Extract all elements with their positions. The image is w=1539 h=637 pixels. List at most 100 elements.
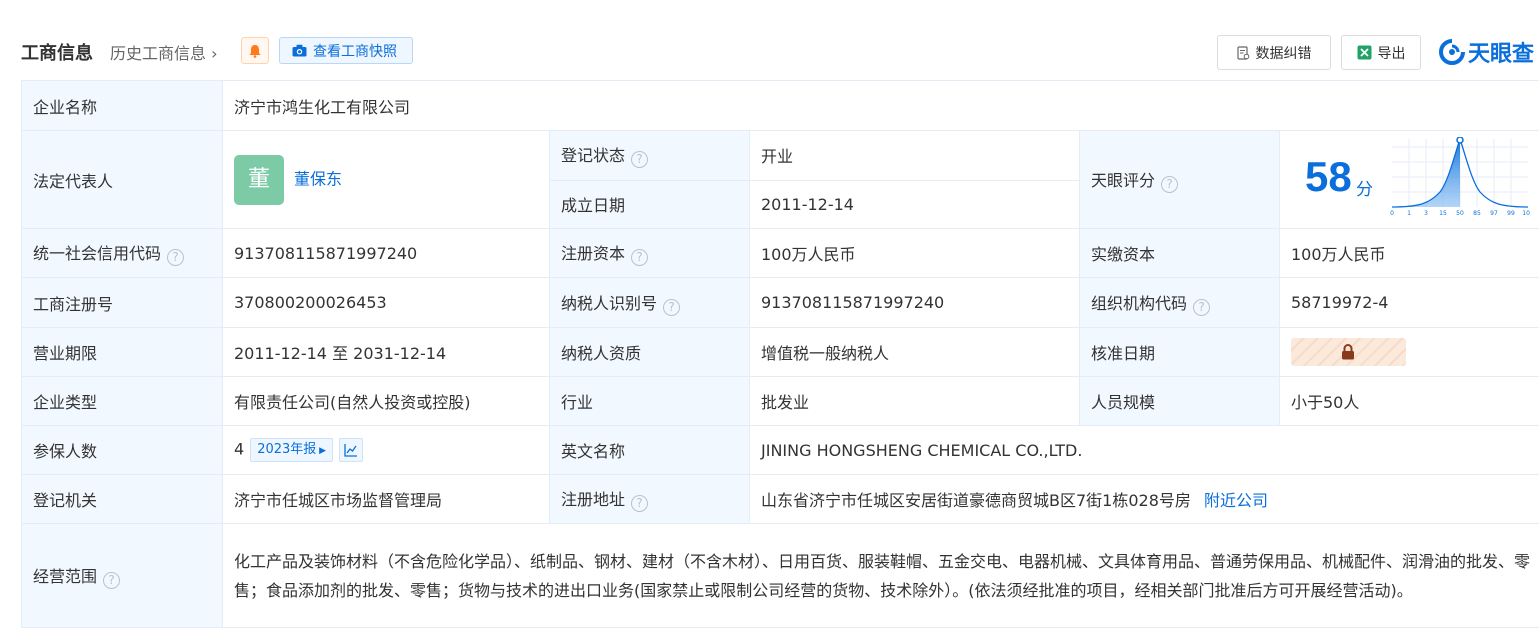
chart-tick-label: 50 [1456, 210, 1464, 217]
score-label: 天眼评分? [1079, 130, 1280, 229]
score-unit: 分 [1356, 180, 1373, 200]
excel-icon [1357, 45, 1371, 60]
approve-date-label: 核准日期 [1079, 327, 1280, 377]
biz-term-label: 营业期限 [21, 327, 223, 377]
help-icon[interactable]: ? [167, 249, 185, 266]
credit-code-label: 统一社会信用代码? [21, 228, 223, 278]
annual-report-tag[interactable]: 2023年报 ▶ [250, 438, 334, 462]
found-date-label: 成立日期 [549, 179, 750, 229]
reg-capital-label: 注册资本? [549, 228, 750, 278]
snapshot-button[interactable]: 查看工商快照 [279, 37, 413, 64]
biz-reg-no-value: 370800200026453 [222, 277, 550, 328]
help-icon[interactable]: ? [1193, 298, 1211, 316]
table-row: 参保人数 4 2023年报 ▶ 英文名称 JINING HONGSHENG CHE… [21, 425, 1539, 475]
reg-address-label: 注册地址? [549, 474, 750, 524]
approve-date-cell [1278, 327, 1539, 377]
nearby-companies-link[interactable]: 附近公司 [1204, 491, 1268, 510]
reg-status-value: 开业 [749, 130, 1080, 181]
insured-cell: 4 2023年报 ▶ [222, 425, 550, 475]
paid-capital-label: 实缴资本 [1079, 228, 1280, 278]
company-type-value: 有限责任公司(自然人投资或控股) [222, 376, 550, 426]
chart-tick-label: 99 [1507, 210, 1515, 217]
help-icon[interactable]: ? [1161, 175, 1179, 193]
export-button[interactable]: 导出 [1341, 35, 1421, 70]
help-icon[interactable]: ? [663, 298, 681, 316]
data-correction-button[interactable]: 数据纠错 [1217, 35, 1331, 70]
staff-size-label: 人员规模 [1079, 376, 1280, 426]
authority-value: 济宁市任城区市场监督管理局 [222, 474, 550, 524]
english-name-value: JINING HONGSHENG CHEMICAL CO.,LTD. [748, 425, 1539, 475]
taxpayer-id-value: 913708115871997240 [749, 277, 1080, 328]
history-info-link[interactable]: 历史工商信息 › [110, 40, 218, 64]
chart-tick-label: 1 [1407, 210, 1411, 217]
table-row: 经营范围? 化工产品及装饰材料（不含危险化学品）、纸制品、钢材、建材（不含木材）… [21, 523, 1539, 628]
table-row: 法定代表人 董董保东 登记状态? 开业 天眼评分? 58 分 0 1 3 15 5… [21, 130, 1539, 229]
help-icon[interactable]: ? [631, 151, 649, 169]
company-name-label: 企业名称 [21, 80, 223, 131]
insured-label: 参保人数 [21, 425, 223, 475]
avatar: 董 [234, 154, 284, 205]
taxpayer-qual-value: 增值税一般纳税人 [749, 327, 1080, 377]
table-row: 营业期限 2011-12-14 至 2031-12-14 纳税人资质 增值税一般… [21, 327, 1539, 377]
credit-code-value: 913708115871997240 [222, 228, 550, 278]
monitor-button[interactable] [241, 37, 269, 64]
biz-reg-no-label: 工商注册号 [21, 277, 223, 328]
industry-label: 行业 [549, 376, 750, 426]
industry-value: 批发业 [749, 376, 1080, 426]
document-edit-icon [1236, 45, 1249, 60]
org-code-value: 58719972-4 [1278, 277, 1539, 328]
paid-capital-value: 100万人民币 [1278, 228, 1539, 278]
lock-icon [1342, 344, 1354, 360]
score-cell[interactable]: 58 分 0 1 3 15 50 85 97 99 100 [1278, 130, 1539, 229]
chart-tick-label: 85 [1473, 210, 1481, 217]
chart-tick-label: 100 [1522, 210, 1530, 217]
table-row: 企业名称 济宁市鸿生化工有限公司 [21, 80, 1539, 131]
chevron-right-icon: › [206, 44, 218, 63]
bell-icon [249, 44, 261, 58]
section-title: 工商信息 [21, 43, 93, 64]
legal-rep-label: 法定代表人 [21, 130, 223, 229]
tianyancha-logo: 天眼查 [1439, 36, 1534, 68]
line-chart-icon [344, 444, 358, 457]
chart-tick-labels: 0 1 3 15 50 85 97 99 100 [1390, 210, 1530, 217]
taxpayer-id-label: 纳税人识别号? [549, 277, 750, 328]
found-date-value: 2011-12-14 [749, 179, 1080, 229]
caret-right-icon: ▶ [316, 446, 327, 456]
reg-address-value: 山东省济宁市任城区安居街道豪德商贸城B区7街1栋028号房 [761, 491, 1191, 510]
company-name-value: 济宁市鸿生化工有限公司 [221, 80, 1539, 131]
table-row: 登记机关 济宁市任城区市场监督管理局 注册地址? 山东省济宁市任城区安居街道豪德… [21, 474, 1539, 524]
chart-tick-label: 3 [1424, 210, 1428, 217]
help-icon[interactable]: ? [631, 495, 649, 512]
scope-label: 经营范围? [21, 523, 223, 628]
table-row: 统一社会信用代码? 913708115871997240 注册资本? 100万人… [21, 228, 1539, 278]
score-value: 58 [1305, 153, 1352, 200]
reg-capital-value: 100万人民币 [749, 228, 1080, 278]
score-distribution-chart: 0 1 3 15 50 85 97 99 100 [1390, 137, 1530, 217]
camera-icon [292, 44, 307, 57]
reg-address-cell: 山东省济宁市任城区安居街道豪德商贸城B区7街1栋028号房 附近公司 [748, 474, 1539, 524]
help-icon[interactable]: ? [103, 571, 121, 589]
staff-size-value: 小于50人 [1278, 376, 1539, 426]
english-name-label: 英文名称 [549, 425, 750, 475]
company-type-label: 企业类型 [21, 376, 223, 426]
table-row: 工商注册号 370800200026453 纳税人识别号? 9137081158… [21, 277, 1539, 328]
chart-tick-label: 97 [1490, 210, 1498, 217]
table-row: 企业类型 有限责任公司(自然人投资或控股) 行业 批发业 人员规模 小于50人 [21, 376, 1539, 426]
logo-mark-icon [1439, 39, 1465, 65]
reg-status-label: 登记状态? [549, 130, 750, 181]
legal-rep-name-link[interactable]: 董保东 [294, 169, 342, 188]
chart-tick-label: 0 [1390, 210, 1394, 217]
business-info-table: 企业名称 济宁市鸿生化工有限公司 法定代表人 董董保东 登记状态? 开业 天眼评… [21, 80, 1539, 628]
section-header: 工商信息 历史工商信息 › 查看工商快照 数据纠错 导出 天眼查 [0, 30, 1539, 72]
help-icon[interactable]: ? [631, 249, 649, 266]
authority-label: 登记机关 [21, 474, 223, 524]
chart-tick-label: 15 [1439, 210, 1447, 217]
insured-value: 4 [234, 439, 245, 459]
legal-rep-cell: 董董保东 [222, 130, 550, 229]
biz-term-value: 2011-12-14 至 2031-12-14 [222, 327, 550, 377]
trend-chart-button[interactable] [339, 438, 364, 462]
taxpayer-qual-label: 纳税人资质 [549, 327, 750, 377]
scope-value: 化工产品及装饰材料（不含危险化学品）、纸制品、钢材、建材（不含木材）、日用百货、… [221, 523, 1539, 628]
org-code-label: 组织机构代码? [1079, 277, 1280, 328]
locked-value-button[interactable] [1291, 338, 1406, 366]
